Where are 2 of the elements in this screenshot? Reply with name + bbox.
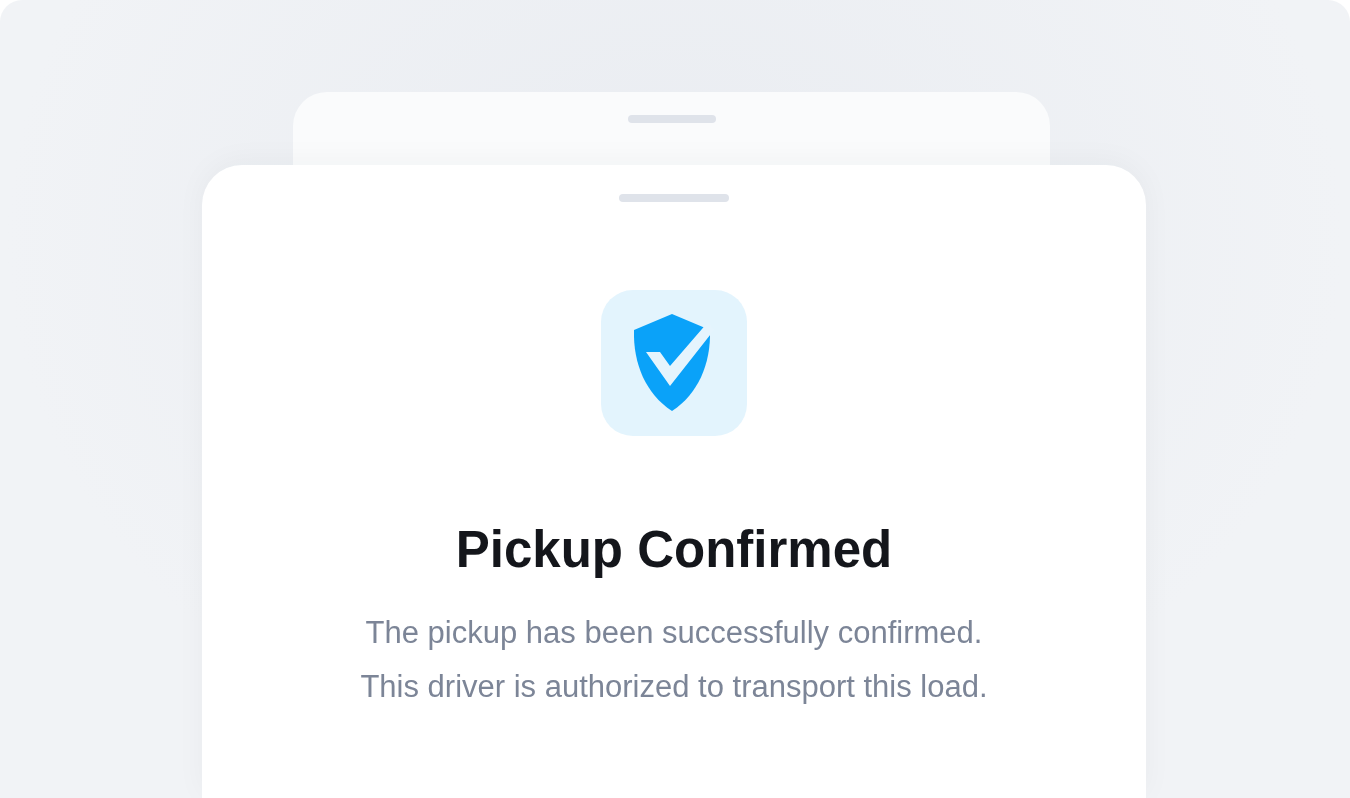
confirmation-message: The pickup has been successfully confirmed. This driver is authorized to transport this load.: [360, 614, 988, 707]
confirmation-title: Pickup Confirmed: [455, 520, 893, 580]
